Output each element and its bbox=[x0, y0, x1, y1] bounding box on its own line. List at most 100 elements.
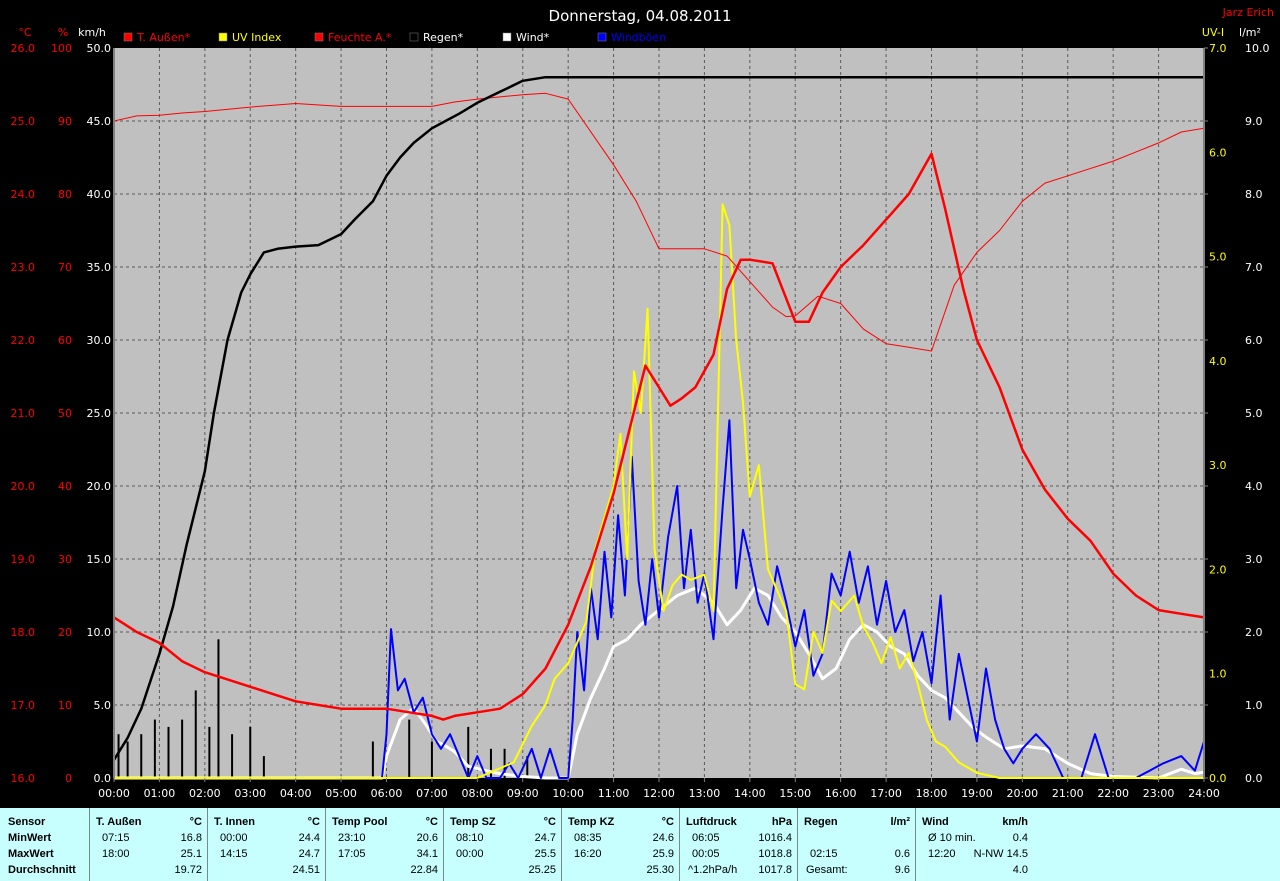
minwert-label: MinWert bbox=[8, 832, 52, 844]
rain-bar bbox=[489, 748, 492, 778]
time-tick: 14:00 bbox=[734, 787, 766, 800]
legend-label: UV Index bbox=[232, 31, 282, 44]
stats-section-unit: °C bbox=[425, 816, 438, 828]
hum-tick: 60 bbox=[58, 334, 72, 347]
stats-avg-value: 25.25 bbox=[528, 864, 556, 876]
stats-section-name: Temp KZ bbox=[568, 816, 615, 828]
stats-min-value: 16.8 bbox=[180, 832, 202, 844]
time-tick: 02:00 bbox=[189, 787, 221, 800]
stats-section: T. Außen °C 07:15 16.8 18:00 25.1 19.72 bbox=[89, 808, 208, 881]
stats-section-name: Temp SZ bbox=[450, 816, 496, 828]
uv-tick: 5.0 bbox=[1209, 251, 1227, 264]
rain-tick: 0.0 bbox=[1245, 772, 1263, 785]
uv-tick: 1.0 bbox=[1209, 668, 1227, 681]
temp-tick: 26.0 bbox=[11, 42, 36, 55]
hum-unit-label: % bbox=[58, 26, 68, 39]
stats-max-time: 16:20 bbox=[574, 848, 602, 860]
rain-bar bbox=[208, 726, 211, 778]
uv-tick: 0.0 bbox=[1209, 772, 1227, 785]
wind-tick: 15.0 bbox=[87, 553, 112, 566]
uv-tick: 4.0 bbox=[1209, 355, 1227, 368]
temp-tick: 17.0 bbox=[11, 699, 36, 712]
time-tick: 03:00 bbox=[234, 787, 266, 800]
time-tick: 15:00 bbox=[779, 787, 811, 800]
stats-avg-value: 22.84 bbox=[410, 864, 438, 876]
stats-section: Temp KZ °C 08:35 24.6 16:20 25.9 25.30 bbox=[561, 808, 680, 881]
rain-bar bbox=[181, 719, 184, 778]
sensor-header: Sensor bbox=[8, 816, 46, 828]
temp-tick: 19.0 bbox=[11, 553, 36, 566]
stats-section-name: T. Innen bbox=[214, 816, 255, 828]
maxwert-label: MaxWert bbox=[8, 848, 54, 860]
wind-tick: 5.0 bbox=[94, 699, 112, 712]
temp-tick: 16.0 bbox=[11, 772, 36, 785]
rain-bar bbox=[117, 734, 120, 778]
legend-swatch bbox=[314, 32, 324, 42]
stats-section: Temp SZ °C 08:10 24.7 00:00 25.5 25.25 bbox=[443, 808, 562, 881]
stats-section: Luftdruck hPa 06:05 1016.4 00:05 1018.8 ^1.2hP… bbox=[679, 808, 798, 881]
stats-section-name: Temp Pool bbox=[332, 816, 388, 828]
hum-tick: 0 bbox=[65, 772, 72, 785]
stats-max-value: 24.7 bbox=[298, 848, 320, 860]
rain-bar bbox=[408, 719, 411, 778]
time-tick: 01:00 bbox=[144, 787, 176, 800]
legend-label: Regen* bbox=[423, 31, 464, 44]
rain-bar bbox=[217, 639, 220, 778]
stats-min-value: 20.6 bbox=[416, 832, 438, 844]
rain-bar bbox=[371, 741, 374, 778]
stats-max-time: 00:00 bbox=[456, 848, 484, 860]
durchschnitt-label: Durchschnitt bbox=[8, 864, 76, 876]
stats-labels: Sensor MinWert MaxWert Durchschnitt bbox=[0, 808, 89, 881]
legend-swatch bbox=[123, 32, 133, 42]
wind-tick: 45.0 bbox=[87, 115, 112, 128]
time-tick: 09:00 bbox=[507, 787, 539, 800]
stats-max-value: N-NW 14.5 bbox=[973, 848, 1028, 860]
uv-tick: 6.0 bbox=[1209, 146, 1227, 159]
hum-tick: 50 bbox=[58, 407, 72, 420]
wind-tick: 10.0 bbox=[87, 626, 112, 639]
rain-bar bbox=[140, 734, 143, 778]
uv-tick: 3.0 bbox=[1209, 459, 1227, 472]
stats-avg-value: 9.6 bbox=[894, 864, 910, 876]
legend-swatch bbox=[409, 32, 419, 42]
time-tick: 21:00 bbox=[1052, 787, 1084, 800]
rain-tick: 5.0 bbox=[1245, 407, 1263, 420]
wind-tick: 40.0 bbox=[87, 188, 112, 201]
wind-unit-label: km/h bbox=[78, 26, 106, 39]
time-tick: 23:00 bbox=[1143, 787, 1175, 800]
time-tick: 05:00 bbox=[325, 787, 357, 800]
hum-tick: 40 bbox=[58, 480, 72, 493]
time-tick: 13:00 bbox=[689, 787, 721, 800]
temp-tick: 25.0 bbox=[11, 115, 36, 128]
temp-tick: 23.0 bbox=[11, 261, 36, 274]
station-name: Jarz Erich bbox=[1222, 6, 1274, 19]
stats-min-time: 00:00 bbox=[220, 832, 248, 844]
stats-min-time: 06:05 bbox=[692, 832, 720, 844]
hum-tick: 10 bbox=[58, 699, 72, 712]
wind-tick: 0.0 bbox=[94, 772, 112, 785]
stats-min-time: 08:10 bbox=[456, 832, 484, 844]
rain-tick: 2.0 bbox=[1245, 626, 1263, 639]
stats-max-time: 00:05 bbox=[692, 848, 720, 860]
stats-max-value: 25.1 bbox=[180, 848, 202, 860]
legend-label: T. Außen* bbox=[136, 31, 191, 44]
rain-bar bbox=[126, 741, 129, 778]
hum-tick: 90 bbox=[58, 115, 72, 128]
rain-tick: 7.0 bbox=[1245, 261, 1263, 274]
time-tick: 12:00 bbox=[643, 787, 675, 800]
legend-swatch bbox=[502, 32, 512, 42]
stats-section: Wind km/h Ø 10 min. 0.4 12:20 N-NW 14.5 4.0 bbox=[915, 808, 1034, 881]
wind-tick: 35.0 bbox=[87, 261, 112, 274]
stats-avg-value: 4.0 bbox=[1012, 864, 1028, 876]
hum-tick: 80 bbox=[58, 188, 72, 201]
stats-max-time: 02:15 bbox=[810, 848, 838, 860]
stats-avg-value: 25.30 bbox=[646, 864, 674, 876]
uv-tick: 2.0 bbox=[1209, 563, 1227, 576]
rain-tick: 3.0 bbox=[1245, 553, 1263, 566]
wind-tick: 20.0 bbox=[87, 480, 112, 493]
wind-tick: 25.0 bbox=[87, 407, 112, 420]
temp-unit-label: °C bbox=[18, 26, 32, 39]
time-tick: 04:00 bbox=[280, 787, 312, 800]
stats-min-time: 23:10 bbox=[338, 832, 366, 844]
stats-max-time: 14:15 bbox=[220, 848, 248, 860]
